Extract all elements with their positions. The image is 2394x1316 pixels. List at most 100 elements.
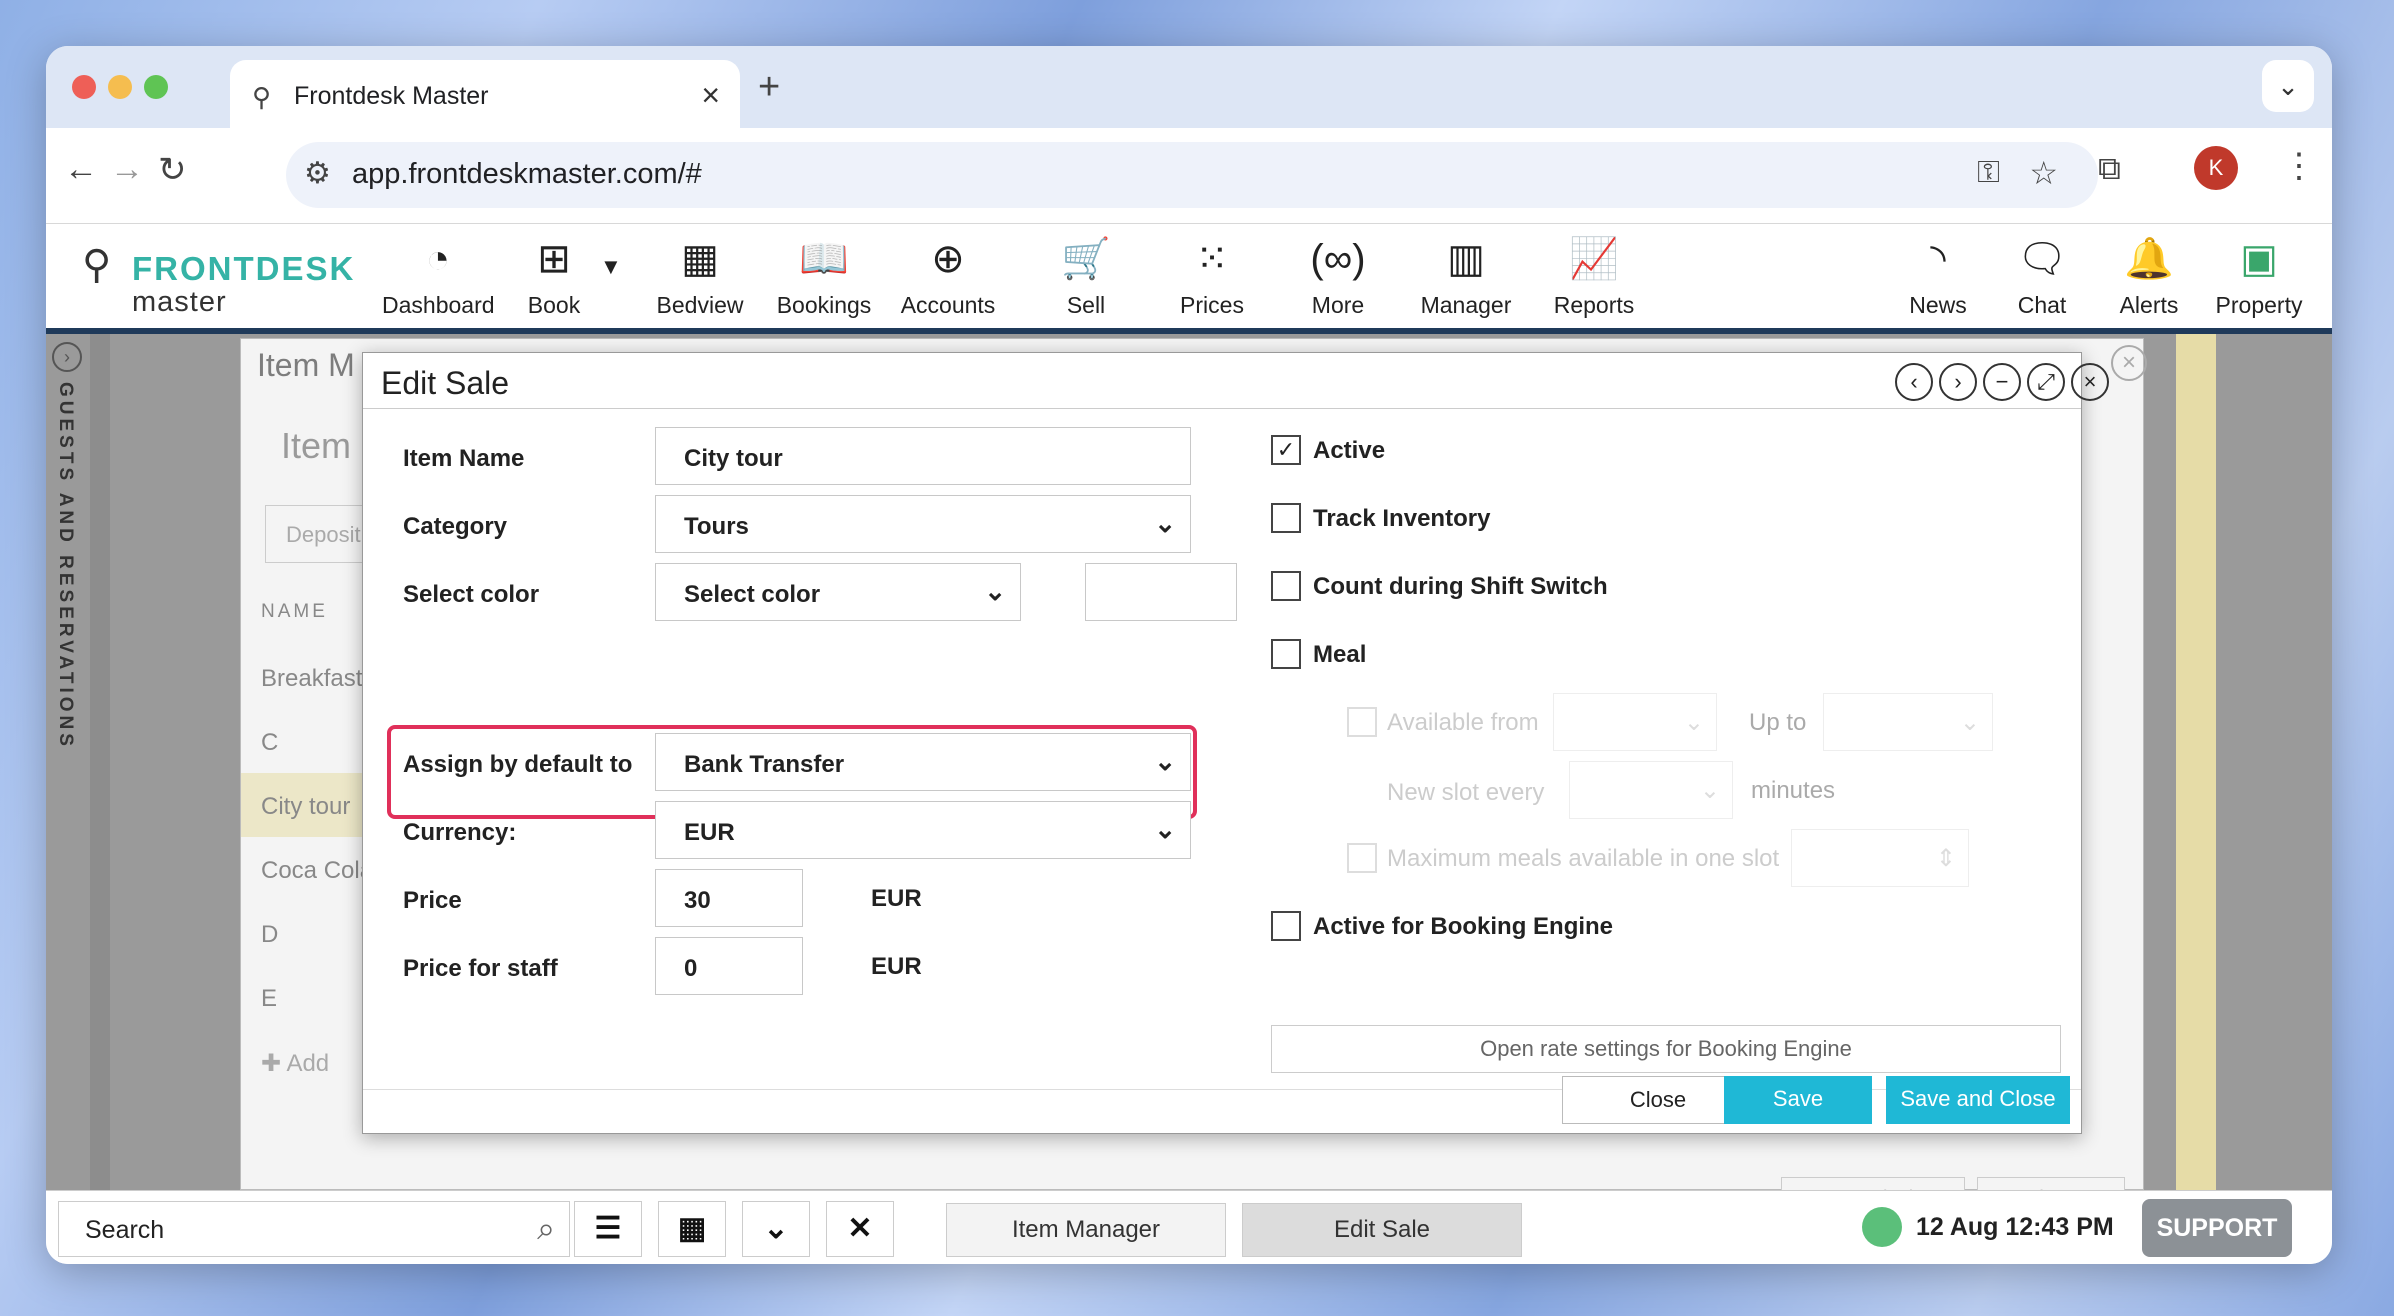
bookmark-star-icon[interactable]: ☆	[2029, 154, 2058, 192]
new-tab-icon[interactable]: +	[758, 66, 780, 109]
chevron-down-icon: ⌄	[1699, 777, 1720, 804]
logo-text-bottom: master	[132, 286, 227, 318]
booking-engine-settings-button[interactable]: Open rate settings for Booking Engine	[1271, 1025, 2061, 1073]
toolbar-accounts[interactable]: ⊕ Accounts	[896, 232, 1000, 319]
save-button[interactable]: Save	[1724, 1076, 1872, 1124]
staff-price-input[interactable]: 0	[655, 937, 803, 995]
list-view-button[interactable]: ☰	[574, 1201, 642, 1257]
booking-engine-checkbox[interactable]	[1271, 911, 1301, 941]
category-select[interactable]: Tours ⌄	[655, 495, 1191, 553]
toolbar-property[interactable]: ▣ Property	[2210, 232, 2308, 319]
tab-search-button[interactable]: ⌄	[2262, 60, 2314, 112]
back-icon[interactable]: ←	[64, 150, 98, 189]
close-dialog-icon[interactable]: ×	[2071, 363, 2109, 401]
toolbar-chat[interactable]: 🗨 Chat	[2010, 232, 2074, 319]
browser-tab[interactable]: ⚲ Frontdesk Master ×	[230, 60, 740, 130]
frontdesk-logo[interactable]: ⚲ FRONTDESK master	[74, 236, 354, 326]
url-field[interactable]: ⚙ app.frontdeskmaster.com/# ⚿ ☆	[286, 142, 2098, 208]
meal-checkbox[interactable]	[1271, 639, 1301, 669]
dots-grid-icon: ⁙	[1195, 237, 1229, 281]
new-slot-select[interactable]: ⌄	[1569, 761, 1733, 819]
site-settings-icon[interactable]: ⚙	[304, 156, 331, 191]
logo-pin-icon: ⚲	[82, 243, 112, 287]
search-field[interactable]: Search ⌕	[58, 1201, 570, 1257]
maximize-dialog-icon[interactable]: ⤢	[2027, 363, 2065, 401]
assign-default-select[interactable]: Bank Transfer ⌄	[655, 733, 1191, 791]
currency-select[interactable]: EUR ⌄	[655, 801, 1191, 859]
toolbar-sell[interactable]: 🛒 Sell	[1056, 232, 1116, 319]
toolbar-bookings[interactable]: 📖 Bookings	[772, 232, 876, 319]
assign-default-label: Assign by default to	[403, 751, 633, 778]
max-meals-checkbox[interactable]	[1347, 843, 1377, 873]
count-shift-checkbox[interactable]	[1271, 571, 1301, 601]
up-to-label: Up to	[1749, 709, 1807, 736]
toolbar-alerts[interactable]: 🔔 Alerts	[2114, 232, 2184, 319]
reload-icon[interactable]: ↻	[158, 150, 187, 190]
collapse-button[interactable]: ⌄	[742, 1201, 810, 1257]
extensions-icon[interactable]: ⧉	[2098, 150, 2121, 188]
rail-divider	[90, 334, 110, 1190]
support-button[interactable]: SUPPORT	[2142, 1199, 2292, 1257]
grid-view-button[interactable]: ▦	[658, 1201, 726, 1257]
max-meals-label: Maximum meals available in one slot	[1387, 845, 1780, 872]
next-icon[interactable]: ›	[1939, 363, 1977, 401]
up-to-select[interactable]: ⌄	[1823, 693, 1993, 751]
item-name-input[interactable]: City tour	[655, 427, 1191, 485]
minimize-dialog-icon[interactable]: −	[1983, 363, 2021, 401]
close-tab-icon[interactable]: ×	[701, 77, 720, 114]
expand-rail-icon[interactable]: ›	[52, 342, 82, 372]
available-from-select[interactable]: ⌄	[1553, 693, 1717, 751]
forward-icon[interactable]: →	[110, 150, 144, 189]
toolbar-news[interactable]: ◝ News	[1902, 232, 1974, 319]
available-from-checkbox[interactable]	[1347, 707, 1377, 737]
save-and-close-button[interactable]: Save and Close	[1886, 1076, 2070, 1124]
toolbar-dashboard[interactable]: ◔ Dashboard	[382, 232, 495, 319]
toolbar-book[interactable]: ⊞ Book	[524, 232, 584, 319]
max-meals-input[interactable]: ⇕	[1791, 829, 1969, 887]
task-item-manager[interactable]: Item Manager	[946, 1203, 1226, 1257]
booking-engine-label: Active for Booking Engine	[1313, 913, 1614, 940]
name-column-header[interactable]: NAME	[261, 601, 328, 623]
more-icon: (∞)	[1310, 237, 1366, 281]
chevron-down-icon: ⌄	[1154, 508, 1176, 538]
chevron-down-icon: ⌄	[1154, 814, 1176, 844]
status-indicator[interactable]	[1862, 1207, 1902, 1247]
chevron-down-icon: ⌄	[1154, 746, 1176, 776]
address-bar-row: ← → ↻ ⚙ app.frontdeskmaster.com/# ⚿ ☆ ⧉ …	[46, 128, 2332, 224]
price-input[interactable]: 30	[655, 869, 803, 927]
minimize-window-button[interactable]	[108, 75, 132, 99]
toolbar-manager[interactable]: ▥ Manager	[1416, 232, 1516, 319]
browser-menu-icon[interactable]: ⋮	[2282, 146, 2316, 186]
color-preview[interactable]	[1085, 563, 1237, 621]
book-dropdown-icon[interactable]: ▼	[600, 254, 622, 280]
close-all-button[interactable]: ✕	[826, 1201, 894, 1257]
toolbar-more[interactable]: (∞) More	[1302, 232, 1374, 319]
toolbar-reports[interactable]: 📈 Reports	[1552, 232, 1636, 319]
meal-label: Meal	[1313, 641, 1367, 668]
close-item-manager-icon[interactable]: ×	[2111, 345, 2147, 381]
task-edit-sale[interactable]: Edit Sale	[1242, 1203, 1522, 1257]
prev-icon[interactable]: ‹	[1895, 363, 1933, 401]
guests-side-rail[interactable]: › GUESTS AND RESERVATIONS	[46, 334, 90, 1190]
active-checkbox[interactable]: ✓	[1271, 435, 1301, 465]
stepper-icon: ⇕	[1935, 845, 1956, 872]
toolbar-bedview[interactable]: ▦ Bedview	[650, 232, 750, 319]
price-unit: EUR	[871, 885, 922, 912]
grid-icon: ▦	[681, 237, 719, 281]
cart-icon: 🛒	[1061, 237, 1111, 281]
plus-icon: ✚	[261, 1050, 287, 1077]
close-window-button[interactable]	[72, 75, 96, 99]
dashboard-icon: ◔	[425, 237, 451, 281]
profile-avatar[interactable]: K	[2194, 146, 2238, 190]
browser-window: ⚲ Frontdesk Master × + ⌄ ← → ↻ ⚙ app.fro…	[46, 46, 2332, 1264]
dialog-title: Edit Sale	[381, 365, 510, 401]
toolbar-prices[interactable]: ⁙ Prices	[1170, 232, 1254, 319]
bell-icon: 🔔	[2124, 237, 2174, 281]
minutes-label: minutes	[1751, 777, 1836, 804]
maximize-window-button[interactable]	[144, 75, 168, 99]
track-inventory-checkbox[interactable]	[1271, 503, 1301, 533]
search-icon[interactable]: ⌕	[537, 1210, 555, 1248]
select-color-label: Select color	[403, 581, 540, 608]
color-select[interactable]: Select color ⌄	[655, 563, 1021, 621]
password-key-icon[interactable]: ⚿	[1977, 156, 2000, 190]
